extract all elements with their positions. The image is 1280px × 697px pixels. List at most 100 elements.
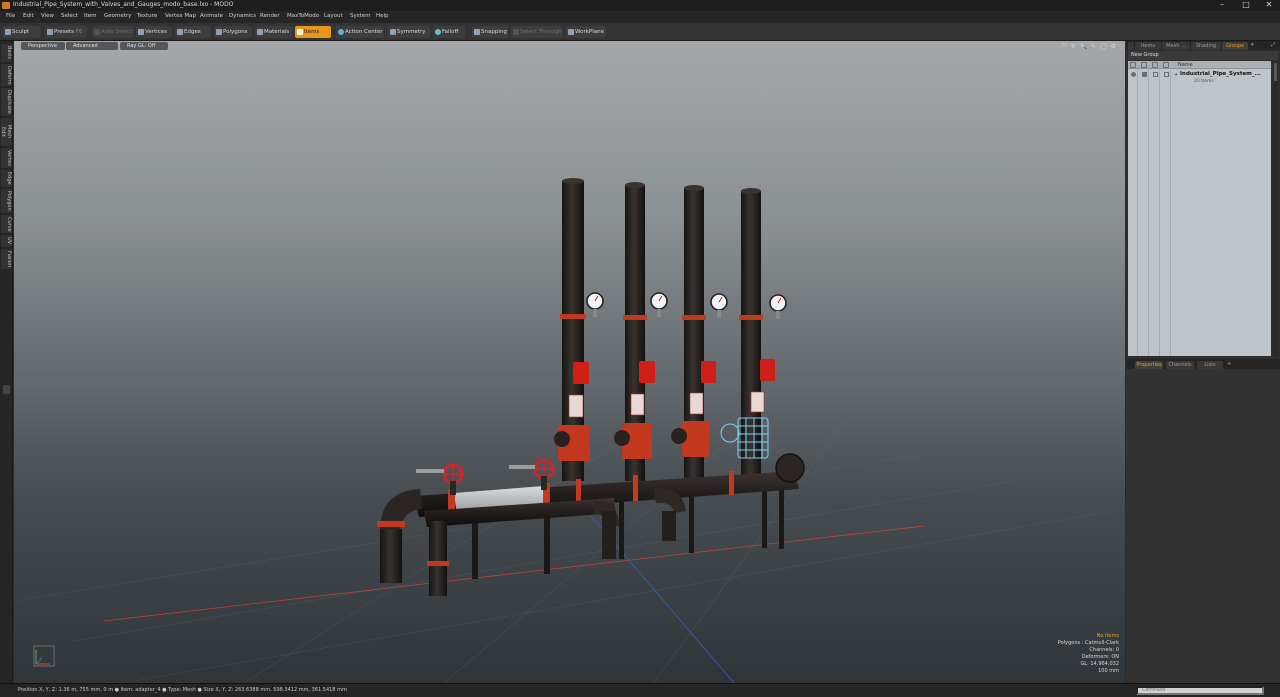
label-plates: [568, 391, 765, 418]
tab-curve[interactable]: Curve: [1, 215, 12, 233]
tab-basic[interactable]: Basic: [1, 44, 12, 62]
right-panel: Items Mesh ... Shading Groups ▾ ⤢ New Gr…: [1126, 41, 1280, 683]
menu-vertex-map[interactable]: Vertex Map: [165, 13, 196, 19]
menu-bar: File Edit View Select Item Geometry Text…: [0, 11, 1280, 23]
select-toggle-icon[interactable]: [1164, 72, 1169, 77]
materials-icon: [257, 29, 263, 35]
snapping-button[interactable]: Snapping: [472, 26, 508, 38]
tab-lists[interactable]: Lists: [1197, 361, 1223, 369]
menu-item[interactable]: Item: [84, 13, 97, 19]
auto-select-icon: [94, 29, 100, 35]
render-column: [1139, 70, 1149, 356]
grid-size-info: 100 mm: [1098, 668, 1119, 674]
vertices-button[interactable]: Vertices: [136, 26, 172, 38]
vertical-pipes: [562, 178, 761, 481]
sculpt-button[interactable]: Sculpt: [3, 26, 41, 38]
groups-list[interactable]: Name + Industrial_Pipe_System_... 20 Ite…: [1128, 61, 1271, 356]
menu-system[interactable]: System: [350, 13, 371, 19]
command-input[interactable]: [1136, 686, 1264, 695]
edges-button[interactable]: Edges: [175, 26, 211, 38]
eye-icon[interactable]: [1131, 72, 1136, 77]
menu-animate[interactable]: Animate: [200, 13, 223, 19]
minimize-button[interactable]: –: [1212, 0, 1232, 11]
polygons-button[interactable]: Polygons: [214, 26, 252, 38]
menu-view[interactable]: View: [41, 13, 54, 19]
select-through-button[interactable]: Select Through: [511, 26, 563, 38]
render-toggle-icon[interactable]: [1142, 72, 1147, 77]
panel-menu-handle[interactable]: [1128, 42, 1134, 50]
menu-layout[interactable]: Layout: [324, 13, 343, 19]
presets-icon: [47, 29, 53, 35]
render-column-icon[interactable]: [1141, 62, 1147, 68]
menu-geometry[interactable]: Geometry: [104, 13, 131, 19]
falloff-button[interactable]: Falloff: [433, 26, 465, 38]
snapping-icon: [474, 29, 480, 35]
edges-icon: [177, 29, 183, 35]
visibility-column-icon[interactable]: [1130, 62, 1136, 68]
panel-collapse-handle[interactable]: [3, 385, 10, 394]
gl-info: GL: 14,964,032: [1080, 661, 1119, 667]
properties-area: [1126, 369, 1280, 683]
menu-texture[interactable]: Texture: [137, 13, 157, 19]
viewport-info-overlay: No Items Polygons : Catmull-Clark Channe…: [1058, 633, 1119, 675]
materials-button[interactable]: Materials: [255, 26, 293, 38]
menu-render[interactable]: Render: [260, 13, 280, 19]
tab-vertex[interactable]: Vertex: [1, 148, 12, 168]
tab-duplicate[interactable]: Duplicate: [1, 88, 12, 116]
tab-uv[interactable]: UV: [1, 235, 12, 247]
tab-polygon[interactable]: Polygon: [1, 189, 12, 213]
close-button[interactable]: ✕: [1259, 0, 1279, 11]
expand-panel-icon[interactable]: ⤢: [1271, 42, 1275, 48]
selection-info: No Items: [1096, 633, 1119, 639]
maximize-button[interactable]: □: [1236, 0, 1256, 11]
tab-deform[interactable]: Deform: [1, 64, 12, 86]
tab-shading[interactable]: Shading: [1191, 42, 1221, 50]
auto-select-button[interactable]: Auto Select: [92, 26, 134, 38]
expand-group-icon[interactable]: +: [1174, 72, 1178, 78]
tab-mesh-edit[interactable]: Mesh Edit: [0, 118, 12, 146]
menu-edit[interactable]: Edit: [23, 13, 34, 19]
tab-channels[interactable]: Channels: [1166, 361, 1194, 369]
menu-help[interactable]: Help: [376, 13, 389, 19]
tab-edge[interactable]: Edge: [1, 170, 12, 187]
tab-items[interactable]: Items: [1135, 42, 1161, 50]
viewport-nav-icons[interactable]: ⤧ ↻ 🔍 ✎ ◯ ⚙: [1062, 43, 1117, 51]
main-toolbar: Sculpt Presets F6 Auto Select Vertices E…: [0, 23, 1280, 41]
new-group-button[interactable]: New Group: [1131, 52, 1159, 58]
menu-select[interactable]: Select: [61, 13, 78, 19]
tab-groups[interactable]: Groups: [1222, 42, 1248, 50]
lock-column-icon[interactable]: [1152, 62, 1158, 68]
action-center-button[interactable]: Action Center: [336, 26, 384, 38]
items-button[interactable]: Items: [295, 26, 331, 38]
tab-properties[interactable]: Properties: [1135, 361, 1163, 369]
groups-toolbar: New Group: [1128, 51, 1278, 60]
scrollbar-thumb[interactable]: [1274, 63, 1277, 81]
add-tab-icon[interactable]: +: [1227, 361, 1231, 367]
select-column-icon[interactable]: [1163, 62, 1169, 68]
pipe-clamps: [560, 314, 763, 320]
menu-file[interactable]: File: [6, 13, 15, 19]
tab-fusion[interactable]: Fusion: [1, 249, 12, 269]
lock-column: [1150, 70, 1160, 356]
ray-gl-toggle[interactable]: Ray GL: Off: [120, 42, 168, 50]
3d-viewport[interactable]: Perspective Advanced Ray GL: Off ⤧ ↻ 🔍 ✎…: [14, 41, 1125, 683]
polygons-icon: [216, 29, 222, 35]
workplane-icon: [568, 29, 574, 35]
lock-toggle-icon[interactable]: [1153, 72, 1158, 77]
workplane-button[interactable]: WorkPlane: [566, 26, 606, 38]
status-text: Position X, Y, Z: 1.36 m, 755 mm, 0 m ● …: [18, 687, 347, 693]
tab-mesh[interactable]: Mesh ...: [1162, 42, 1190, 50]
groups-scrollbar[interactable]: [1273, 61, 1278, 356]
name-column-header: Name: [1178, 62, 1193, 68]
z-axis-line: [573, 495, 735, 683]
group-industrial-pipe-system[interactable]: Industrial_Pipe_System_...: [1180, 71, 1261, 77]
symmetry-button[interactable]: Symmetry: [388, 26, 430, 38]
view-mode-selector[interactable]: Perspective: [21, 42, 65, 50]
menu-maxtomodo[interactable]: MaxToModo: [287, 13, 319, 19]
shading-mode-selector[interactable]: Advanced: [66, 42, 118, 50]
action-center-icon: [338, 29, 344, 35]
tab-overflow-icon[interactable]: ▾: [1251, 42, 1254, 48]
menu-dynamics[interactable]: Dynamics: [229, 13, 256, 19]
presets-button[interactable]: Presets F6: [45, 26, 87, 38]
select-through-icon: [513, 29, 519, 35]
